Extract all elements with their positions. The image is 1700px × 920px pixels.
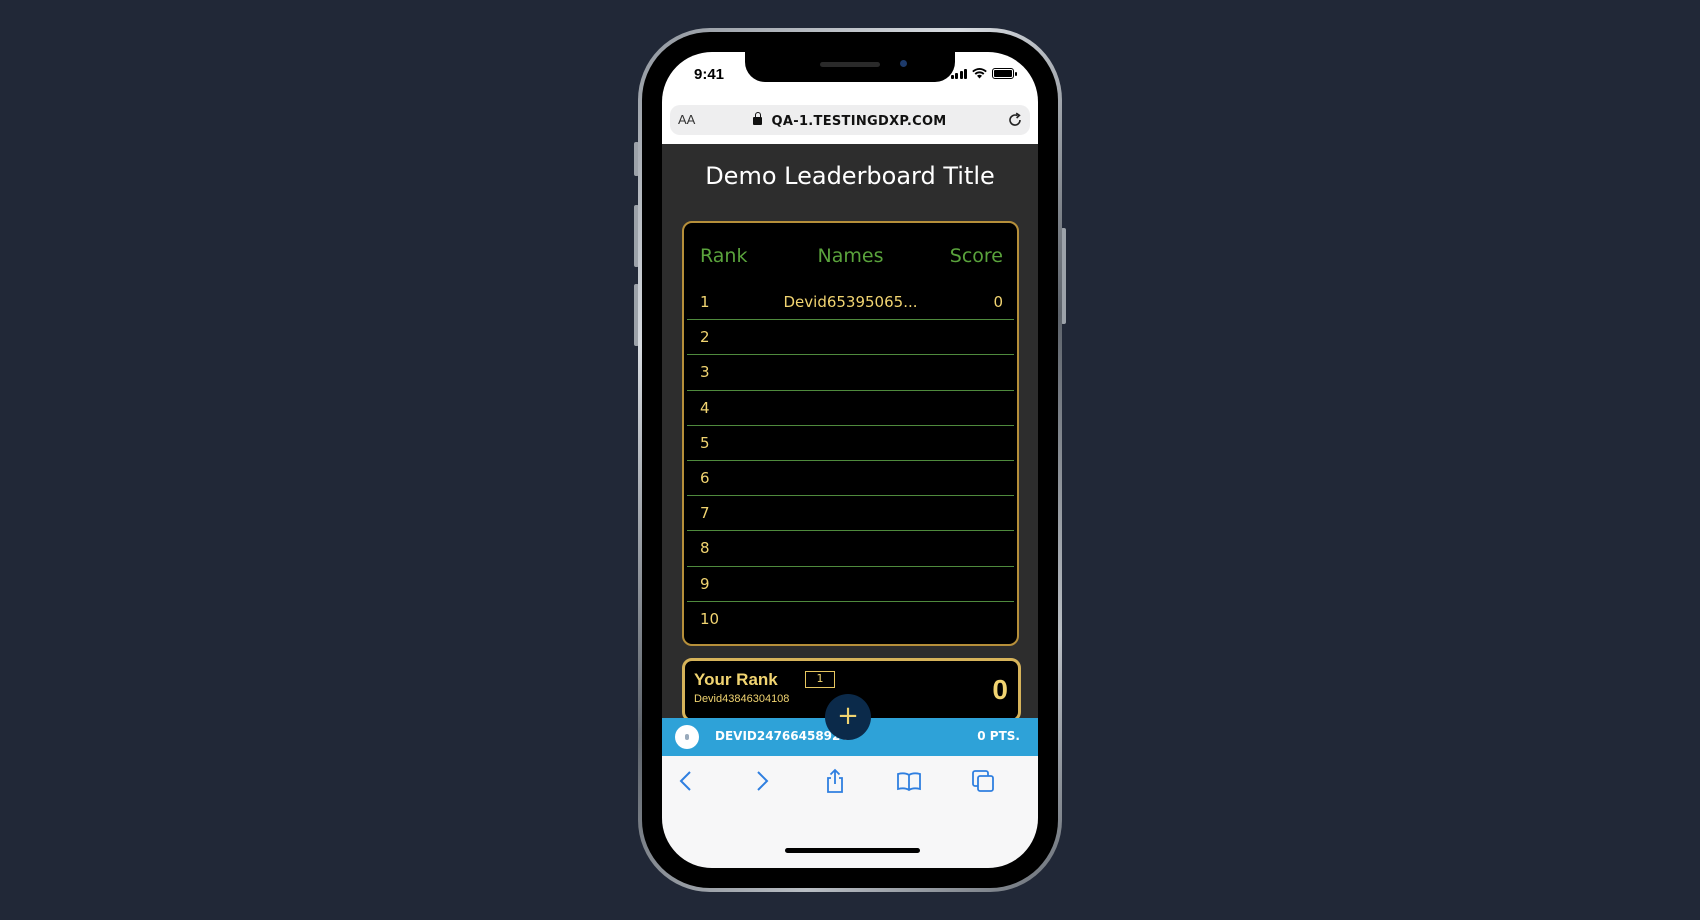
leaderboard-table: Rank Names Score 1 Devid65395065... 0 2 3 4 5 6… <box>682 221 1019 646</box>
your-rank-score: 0 <box>992 674 1008 705</box>
row-rank: 10 <box>700 609 720 628</box>
table-row: 4 <box>687 391 1014 426</box>
battery-icon <box>992 68 1017 79</box>
address-bar[interactable]: AA QA-1.TESTINGDXP.COM <box>670 105 1030 135</box>
table-row: 5 <box>687 426 1014 461</box>
notch <box>745 52 955 82</box>
table-row: 7 <box>687 496 1014 532</box>
your-rank-label: Your Rank <box>694 670 778 689</box>
your-rank-name: Devid43846304108 <box>694 693 790 705</box>
table-row: 2 <box>687 320 1014 356</box>
table-row: 3 <box>687 355 1014 391</box>
row-rank: 2 <box>700 328 710 347</box>
speaker <box>820 62 880 67</box>
row-rank: 6 <box>700 468 710 487</box>
forward-icon[interactable] <box>748 768 774 794</box>
wifi-icon <box>972 68 987 79</box>
home-indicator <box>785 848 920 853</box>
status-icons <box>950 68 1017 79</box>
column-header-score: Score <box>949 245 1003 267</box>
phone-screen: 9:41 AA QA-1.TESTINGDXP.COM Demo Leaderb… <box>662 52 1038 868</box>
bookmarks-icon[interactable] <box>896 768 922 794</box>
page-title: Demo Leaderboard Title <box>705 162 995 190</box>
row-rank: 3 <box>700 363 710 382</box>
camera <box>900 60 907 67</box>
table-header: Rank Names Score <box>684 245 1017 271</box>
reload-icon[interactable] <box>1006 111 1024 129</box>
row-rank: 9 <box>700 574 710 593</box>
leaderboard-page: Demo Leaderboard Title Rank Names Score … <box>662 144 1038 722</box>
player-points: 0 PTS. <box>977 729 1020 743</box>
browser-toolbar <box>662 756 1038 868</box>
avatar <box>675 725 699 749</box>
table-row: 1 Devid65395065... 0 <box>687 285 1014 321</box>
status-bar: 9:41 <box>662 52 1038 100</box>
back-icon[interactable] <box>674 768 700 794</box>
row-rank: 4 <box>700 398 710 417</box>
url-text[interactable]: QA-1.TESTINGDXP.COM <box>772 114 947 129</box>
row-score: 0 <box>993 293 1003 311</box>
lock-icon <box>753 111 763 125</box>
add-button[interactable]: + <box>825 694 871 740</box>
player-name: DEVID24766458924 <box>715 729 849 743</box>
browser-address-area: AA QA-1.TESTINGDXP.COM <box>662 100 1038 144</box>
table-row: 10 <box>687 602 1014 637</box>
table-row: 6 <box>687 461 1014 497</box>
your-rank-badge: 1 <box>805 671 835 688</box>
row-rank: 8 <box>700 539 710 558</box>
cellular-signal-icon <box>950 69 967 79</box>
tabs-icon[interactable] <box>970 768 996 794</box>
row-rank: 5 <box>700 433 710 452</box>
status-time: 9:41 <box>694 66 725 83</box>
row-rank: 7 <box>700 504 710 523</box>
row-name: Devid65395065... <box>783 293 918 311</box>
table-row: 8 <box>687 531 1014 567</box>
share-icon[interactable] <box>822 768 848 794</box>
table-row: 9 <box>687 567 1014 602</box>
table-body: 1 Devid65395065... 0 2 3 4 5 6 7 8 9 10 <box>687 285 1014 637</box>
